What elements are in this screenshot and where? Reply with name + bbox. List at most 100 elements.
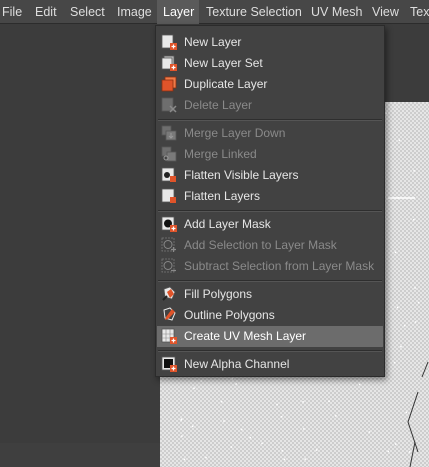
new-alpha-channel-icon: [161, 356, 177, 372]
menu-image[interactable]: Image: [117, 0, 153, 24]
menu-item-flatten-layers[interactable]: Flatten Layers: [157, 186, 383, 207]
merge-layer-down-icon: [161, 125, 177, 141]
menu-item-label: Subtract Selection from Layer Mask: [184, 259, 375, 273]
menu-item-merge-linked[interactable]: Merge Linked: [157, 144, 383, 165]
menu-texture[interactable]: Tex: [410, 0, 429, 24]
uv-speck: [231, 378, 234, 380]
uv-speck: [183, 458, 186, 461]
merge-linked-icon: [161, 146, 177, 162]
uv-speck: [398, 139, 401, 142]
new-layer-icon: [161, 34, 177, 50]
menu-edit[interactable]: Edit: [35, 0, 61, 24]
menu-separator: [158, 210, 382, 212]
menu-item-label: Add Selection to Layer Mask: [184, 238, 337, 252]
menu-item-new-alpha-channel[interactable]: New Alpha Channel: [157, 354, 383, 375]
uv-speck: [394, 251, 397, 254]
menu-layer[interactable]: Layer: [157, 0, 199, 24]
menu-item-label: Delete Layer: [184, 98, 253, 112]
menu-texture-selection[interactable]: Texture Selection: [206, 0, 302, 24]
uv-speck: [249, 436, 251, 439]
uv-speck: [414, 321, 417, 323]
uv-speck: [276, 403, 278, 406]
menu-item-subtract-selection-from-layer-mask[interactable]: Subtract Selection from Layer Mask: [157, 256, 383, 277]
new-layer-set-icon: [161, 55, 177, 71]
uv-speck: [385, 112, 387, 114]
uv-speck: [302, 401, 304, 403]
uv-speck: [281, 450, 283, 452]
uv-speck: [304, 458, 306, 460]
menu-select[interactable]: Select: [70, 0, 108, 24]
menu-separator: [158, 350, 382, 352]
menu-item-label: Fill Polygons: [184, 287, 253, 301]
uv-speck: [335, 415, 337, 417]
uv-speck: [315, 449, 318, 451]
menu-item-flatten-visible-layers[interactable]: Flatten Visible Layers: [157, 165, 383, 186]
uv-speck: [368, 431, 371, 433]
menu-item-new-layer[interactable]: New Layer: [157, 32, 383, 53]
menu-item-delete-layer[interactable]: Delete Layer: [157, 95, 383, 116]
menu-item-merge-layer-down[interactable]: Merge Layer Down: [157, 123, 383, 144]
menu-item-add-selection-to-layer-mask[interactable]: Add Selection to Layer Mask: [157, 235, 383, 256]
menu-item-duplicate-layer[interactable]: Duplicate Layer: [157, 74, 383, 95]
uv-speck: [181, 435, 183, 437]
menu-uv-mesh[interactable]: UV Mesh: [311, 0, 362, 24]
uv-speck: [240, 428, 243, 431]
menu-separator: [158, 119, 382, 121]
uv-speck: [205, 456, 207, 459]
uv-speck: [393, 361, 396, 364]
uv-speck: [387, 450, 389, 453]
menu-file[interactable]: File: [2, 0, 28, 24]
menu-item-outline-polygons[interactable]: Outline Polygons: [157, 305, 383, 326]
menu-item-label: Merge Layer Down: [184, 126, 286, 140]
fill-polygons-icon: [162, 286, 176, 301]
uv-speck: [180, 419, 182, 421]
menu-view[interactable]: View: [372, 0, 400, 24]
uv-speck: [328, 400, 330, 403]
uv-speck: [397, 197, 399, 199]
uv-speck: [405, 411, 408, 414]
menu-item-label: Flatten Visible Layers: [184, 168, 299, 182]
uv-speck: [358, 383, 361, 386]
uv-speck: [280, 416, 283, 418]
add-selection-mask-icon: [161, 237, 176, 252]
uv-speck: [193, 387, 195, 390]
outline-polygons-icon: [163, 307, 176, 321]
uv-speck: [220, 401, 223, 403]
subtract-selection-mask-icon: [161, 258, 176, 273]
menu-item-label: Outline Polygons: [184, 308, 275, 322]
uv-speck: [191, 425, 194, 428]
uv-speck: [413, 219, 415, 221]
uv-mesh-layer-icon: [161, 328, 177, 344]
uv-speck: [403, 324, 406, 327]
menu-separator: [158, 280, 382, 282]
menu-item-create-uv-mesh-layer[interactable]: Create UV Mesh Layer: [157, 326, 383, 347]
menu-item-label: New Layer Set: [184, 56, 263, 70]
menu-item-label: Create UV Mesh Layer: [184, 329, 307, 343]
uv-speck: [400, 346, 402, 348]
menu-item-fill-polygons[interactable]: Fill Polygons: [157, 284, 383, 305]
flatten-layers-icon: [161, 188, 176, 203]
uv-speck: [417, 301, 420, 304]
uv-speck: [230, 446, 233, 448]
uv-speck: [408, 451, 411, 453]
uv-speck: [303, 428, 305, 430]
uv-speck: [396, 306, 399, 309]
menu-item-label: Duplicate Layer: [184, 77, 268, 91]
menu-item-label: New Layer: [184, 35, 242, 49]
uv-speck: [200, 380, 203, 382]
flatten-visible-layers-icon: [161, 167, 176, 182]
uv-speck: [283, 458, 286, 461]
uv-speck: [235, 383, 237, 385]
uv-speck: [413, 170, 415, 172]
menu-item-add-layer-mask[interactable]: Add Layer Mask: [157, 214, 383, 235]
menu-item-label: New Alpha Channel: [184, 357, 290, 371]
uv-speck: [414, 287, 416, 289]
menu-item-new-layer-set[interactable]: New Layer Set: [157, 53, 383, 74]
menu-item-label: Merge Linked: [184, 147, 257, 161]
add-layer-mask-icon: [161, 216, 177, 232]
layer-dropdown-menu: New Layer New Layer Set Duplicate Layer …: [155, 25, 385, 377]
menu-item-label: Flatten Layers: [184, 189, 261, 203]
menu-item-label: Add Layer Mask: [184, 217, 271, 231]
menu-bar: File Edit Select Image Layer Texture Sel…: [0, 0, 429, 24]
duplicate-layer-icon: [161, 76, 177, 92]
